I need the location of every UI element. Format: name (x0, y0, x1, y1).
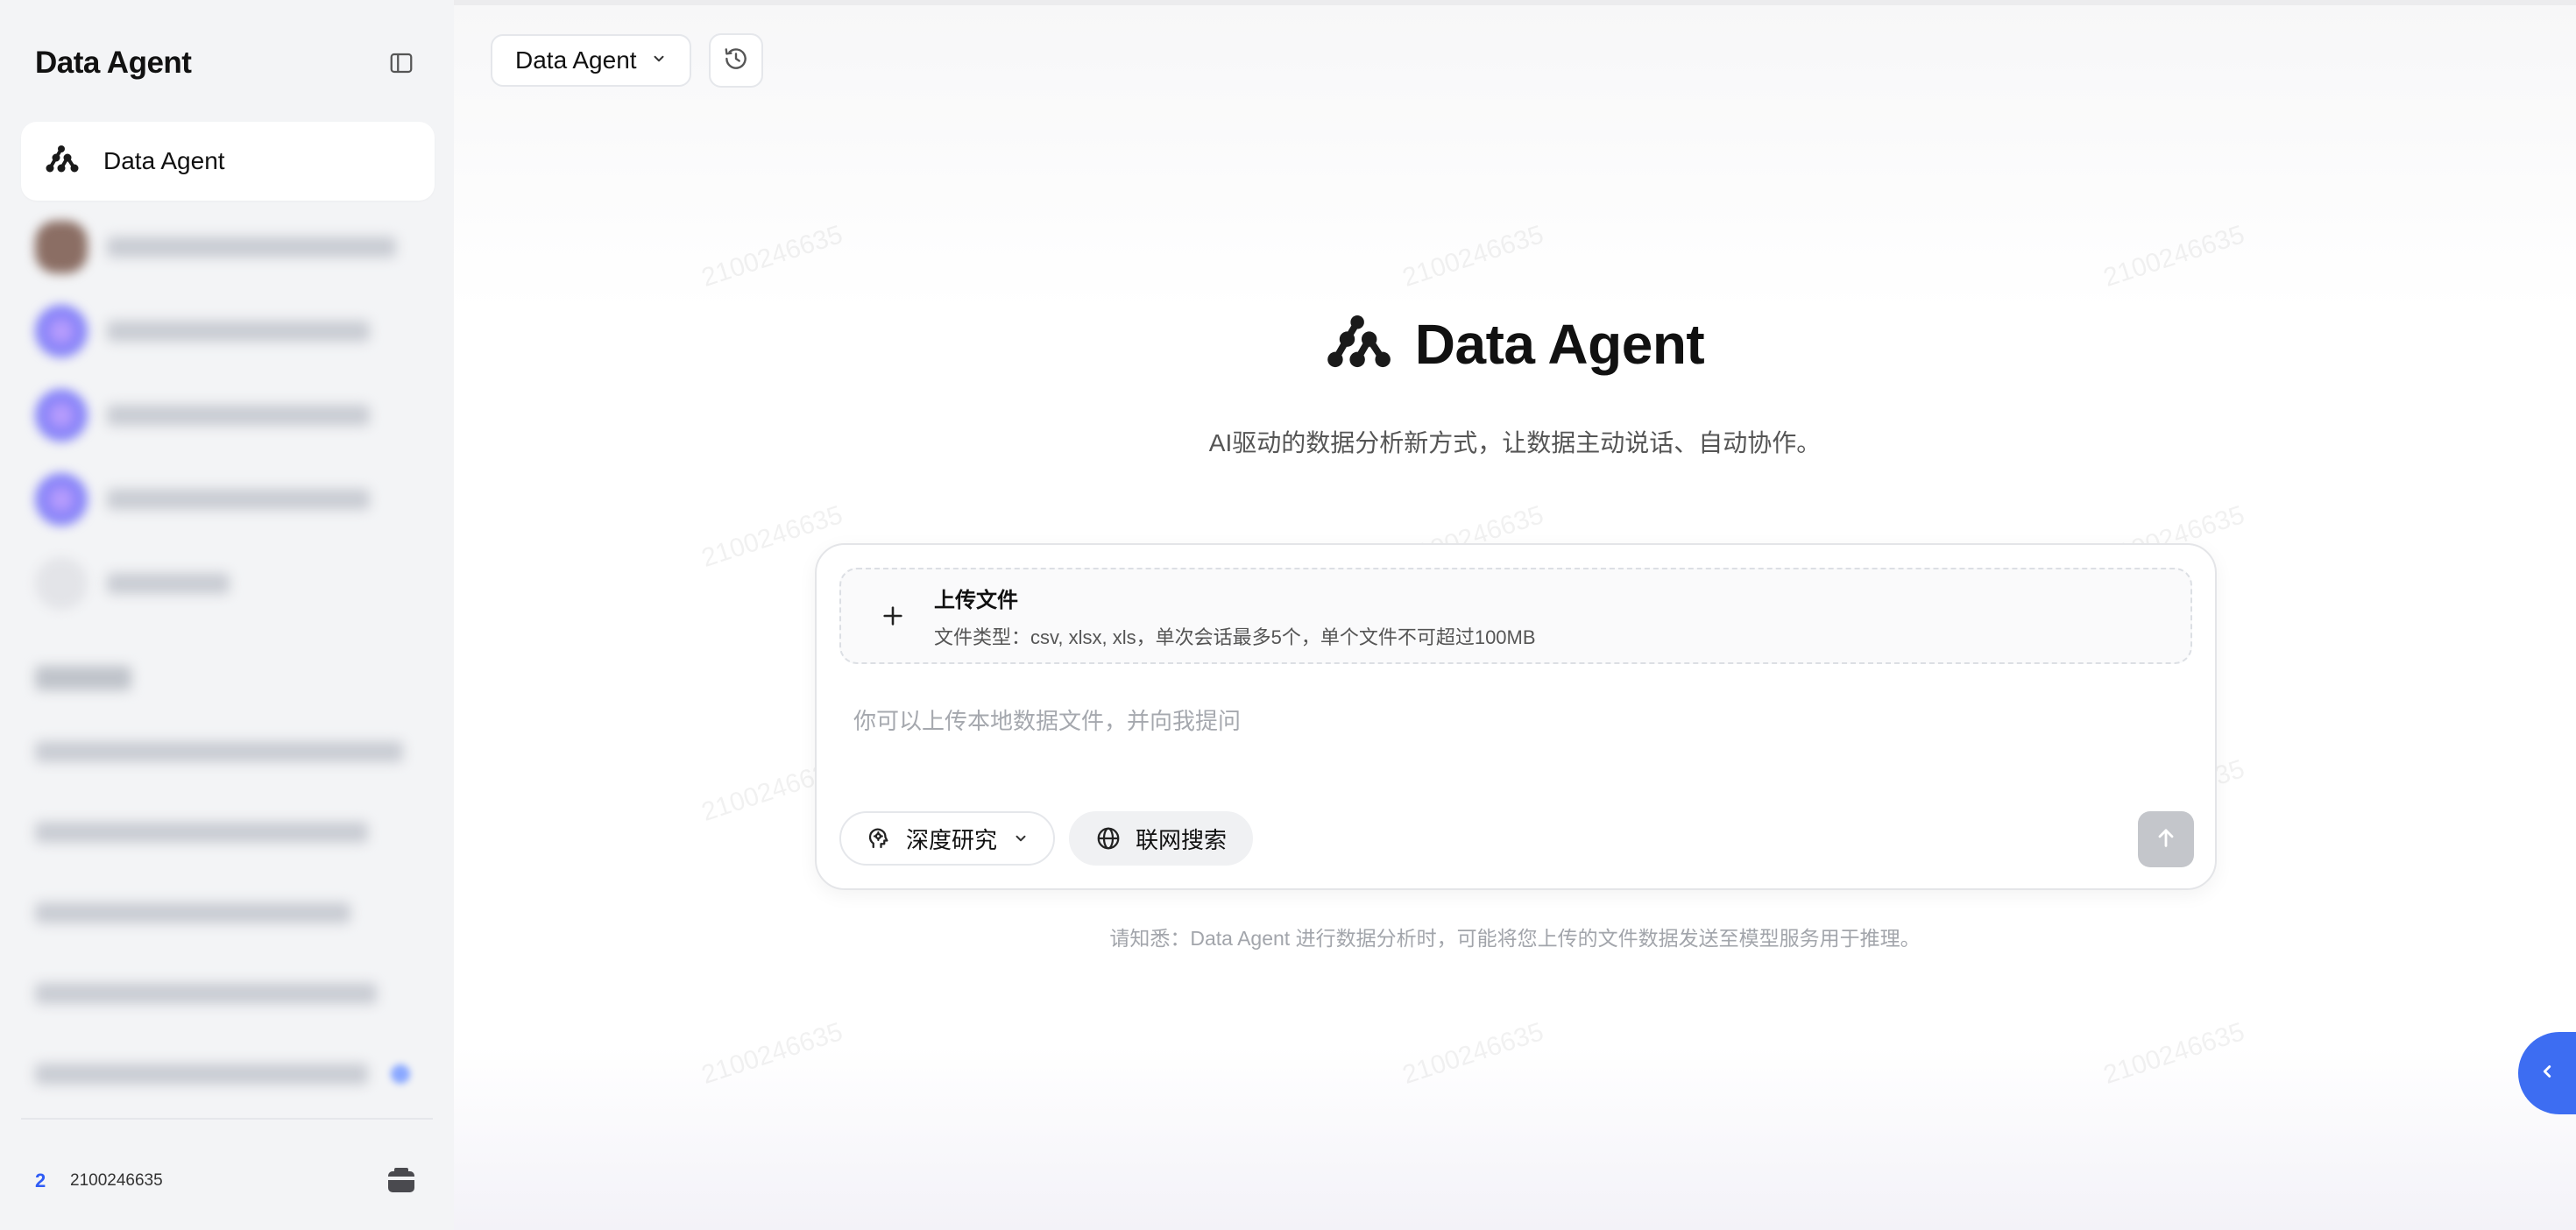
list-item[interactable] (21, 541, 435, 626)
agent-select-label: Data Agent (515, 46, 637, 74)
web-search-label: 联网搜索 (1136, 826, 1228, 853)
agent-list (21, 205, 435, 626)
upload-description: 文件类型：csv, xlsx, xls，单次会话最多5个，单个文件不可超过100… (934, 626, 1536, 648)
top-bar: Data Agent (491, 33, 763, 88)
user-level-badge: 2 (35, 1170, 46, 1191)
history-section-label (35, 666, 131, 690)
deep-research-toggle[interactable]: 深度研究 (839, 811, 1056, 866)
blurred-label (35, 822, 368, 843)
history-button[interactable] (708, 33, 763, 88)
arrow-up-icon (2154, 825, 2178, 854)
list-item[interactable] (35, 1034, 421, 1114)
list-item[interactable] (35, 792, 421, 873)
list-item[interactable] (21, 373, 435, 457)
upload-text: 上传文件 文件类型：csv, xlsx, xls，单次会话最多5个，单个文件不可… (934, 583, 1536, 650)
chevron-down-icon (651, 51, 667, 71)
blurred-label (107, 489, 370, 510)
sidebar-item-data-agent[interactable]: Data Agent (21, 122, 435, 201)
globe-icon (1095, 825, 1122, 852)
watermark: 2100246635 (697, 220, 846, 293)
brain-icon (866, 825, 892, 852)
list-item[interactable] (21, 289, 435, 373)
blurred-label (35, 902, 350, 923)
blurred-label (35, 983, 377, 1004)
page-title: Data Agent (1414, 313, 1705, 376)
blurred-label (107, 405, 370, 426)
unread-dot (391, 1064, 410, 1084)
watermark: 2100246635 (697, 1017, 846, 1090)
hero-header: Data Agent (454, 312, 2576, 377)
floating-panel-toggle[interactable] (2518, 1032, 2576, 1114)
avatar (35, 473, 88, 526)
blurred-label (35, 1064, 368, 1085)
wallet-icon[interactable] (384, 1163, 419, 1198)
data-agent-logo-icon (46, 145, 81, 178)
blurred-label (107, 573, 230, 594)
send-button[interactable] (2138, 811, 2194, 867)
list-item[interactable] (35, 711, 421, 792)
list-item[interactable] (21, 205, 435, 289)
avatar (35, 557, 88, 610)
web-search-toggle[interactable]: 联网搜索 (1069, 811, 1254, 866)
chevron-left-icon (2537, 1062, 2557, 1085)
sidebar-divider (21, 1118, 433, 1120)
avatar (35, 389, 88, 442)
chat-composer: 上传文件 文件类型：csv, xlsx, xls，单次会话最多5个，单个文件不可… (815, 543, 2217, 890)
watermark: 2100246635 (1398, 1017, 1547, 1090)
blurred-label (107, 237, 396, 258)
history-icon (723, 46, 749, 76)
prompt-input[interactable] (852, 694, 2082, 748)
avatar (35, 305, 88, 357)
list-item[interactable] (21, 457, 435, 541)
sidebar-collapse-icon[interactable] (384, 46, 419, 81)
watermark: 2100246635 (2099, 220, 2248, 293)
avatar (35, 221, 88, 273)
history-list (35, 711, 421, 1114)
privacy-disclaimer: 请知悉：Data Agent 进行数据分析时，可能将您上传的文件数据发送至模型服… (1109, 927, 1921, 950)
list-item[interactable] (35, 953, 421, 1034)
sidebar-item-label: Data Agent (103, 147, 225, 174)
watermark: 2100246635 (2099, 1017, 2248, 1090)
plus-icon (871, 604, 915, 628)
upload-title: 上传文件 (934, 588, 1018, 612)
sidebar: Data Agent Data Agent 2 2100246635 (0, 0, 454, 1230)
watermark: 2100246635 (1398, 220, 1547, 293)
chevron-down-icon (1013, 831, 1029, 846)
user-id: 2100246635 (70, 1171, 163, 1190)
sidebar-brand: Data Agent (35, 46, 192, 80)
deep-research-label: 深度研究 (906, 826, 998, 853)
main-panel: 2100246635 2100246635 2100246635 2100246… (454, 0, 2576, 1230)
upload-file-dropzone[interactable]: 上传文件 文件类型：csv, xlsx, xls，单次会话最多5个，单个文件不可… (839, 568, 2192, 664)
sidebar-header: Data Agent (35, 42, 419, 84)
app-window: Data Agent Data Agent 2 2100246635 21002… (0, 0, 2576, 1230)
blurred-label (107, 321, 370, 342)
blurred-label (35, 741, 403, 762)
user-info: 2 2100246635 (35, 1162, 419, 1200)
data-agent-logo-icon (1326, 315, 1396, 374)
list-item[interactable] (35, 873, 421, 953)
composer-toolbar: 深度研究 联网搜索 (839, 811, 1254, 866)
page-subtitle: AI驱动的数据分析新方式，让数据主动说话、自动协作。 (1208, 429, 1822, 456)
agent-select-dropdown[interactable]: Data Agent (491, 34, 691, 87)
